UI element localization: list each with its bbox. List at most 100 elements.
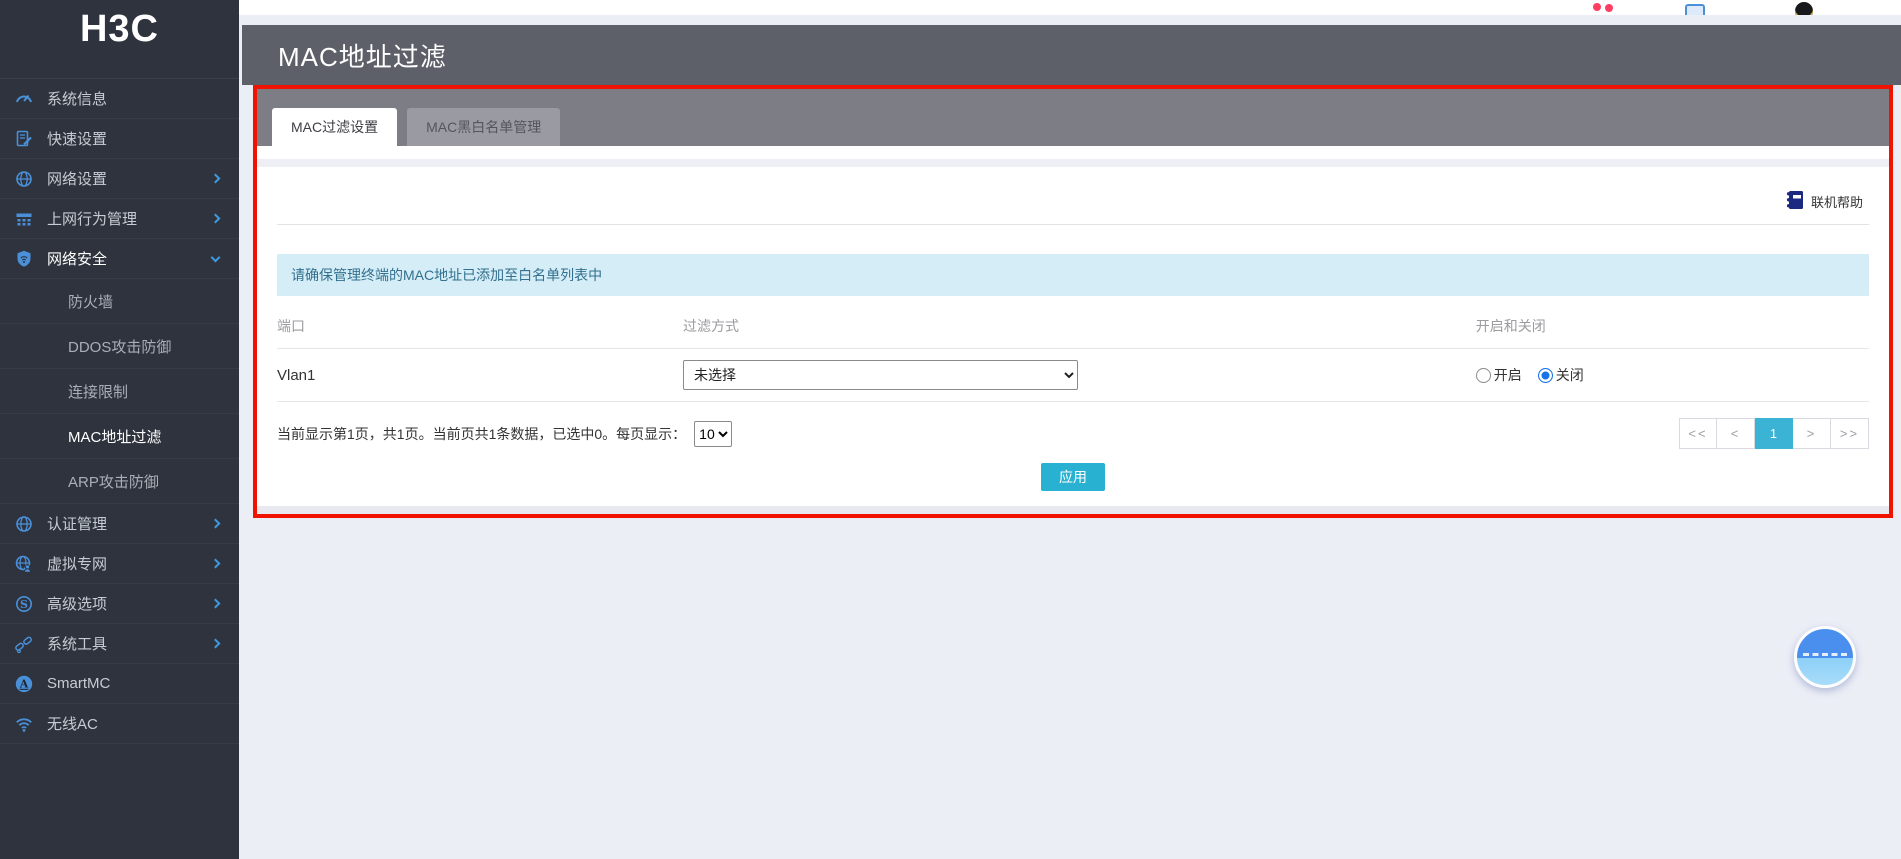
column-header-filter-mode: 过滤方式 [682, 318, 739, 334]
h3c-logo: H3C [0, 0, 239, 79]
pager-first-button[interactable]: << [1679, 418, 1717, 449]
a-circle-icon: A [14, 674, 36, 694]
svg-text:S: S [20, 598, 28, 611]
pagination-summary: 当前显示第1页，共1页。当前页共1条数据，已选中0。每页显示： [277, 425, 687, 442]
sidebar-item-label: 高级选项 [47, 596, 108, 613]
app-root: H3C 系统信息 快速设置 网络设置 上网行为管理 网络安全 防火墙 DDOS攻… [0, 0, 1901, 859]
sidebar-item-system-tools[interactable]: 系统工具 [0, 624, 239, 664]
sidebar-item-network-security[interactable]: 网络安全 [0, 239, 239, 279]
sidebar-item-behavior-management[interactable]: 上网行为管理 [0, 199, 239, 239]
sidebar-subitem-mac-filter[interactable]: MAC地址过滤 [0, 414, 239, 459]
pager-last-button[interactable]: >> [1831, 418, 1869, 449]
sidebar-item-label: SmartMC [47, 675, 111, 692]
sidebar-subitem-arp-defense[interactable]: ARP攻击防御 [0, 459, 239, 504]
tab-underband [257, 146, 1889, 159]
sidebar-submenu-network-security: 防火墙 DDOS攻击防御 连接限制 MAC地址过滤 ARP攻击防御 [0, 279, 239, 504]
sidebar-item-label: 上网行为管理 [47, 211, 138, 228]
panel-separator [257, 159, 1889, 167]
chevron-down-icon [210, 252, 221, 262]
filter-mode-select[interactable]: 未选择 [682, 360, 1078, 390]
filter-table: 端口 过滤方式 开启和关闭 Vlan1 未选择 开启 关闭 [257, 296, 1889, 402]
port-cell: Vlan1 [277, 366, 316, 384]
topbar-icon-pink[interactable] [1593, 3, 1601, 11]
sidebar-item-label: 网络设置 [47, 171, 108, 188]
globe-icon [14, 169, 36, 189]
column-header-port: 端口 [277, 318, 305, 334]
column-header-on-off: 开启和关闭 [1475, 318, 1546, 334]
help-row: 联机帮助 [257, 167, 1889, 224]
pager: << < 1 > >> [1679, 418, 1869, 449]
pager-prev-button[interactable]: < [1717, 418, 1755, 449]
page-header: MAC地址过滤 [242, 25, 1901, 85]
book-icon [1784, 189, 1806, 214]
filter-mode-cell: 未选择 [682, 360, 1476, 390]
sidebar-item-vpn[interactable]: 虚拟专网 [0, 544, 239, 584]
sidebar-nav: 系统信息 快速设置 网络设置 上网行为管理 网络安全 防火墙 DDOS攻击防御 … [0, 79, 239, 744]
sidebar-subitem-label: ARP攻击防御 [68, 473, 159, 491]
sidebar-item-label: 系统工具 [47, 636, 108, 653]
sidebar-item-label: 快速设置 [47, 131, 108, 148]
on-off-cell: 开启 关闭 [1475, 365, 1869, 385]
content-panel: 联机帮助 请确保管理终端的MAC地址已添加至白名单列表中 端口 过滤方式 开启和… [257, 167, 1889, 506]
tab-mac-filter-settings[interactable]: MAC过滤设置 [272, 108, 398, 146]
radio-disable-circle-icon[interactable] [1537, 367, 1553, 383]
sidebar-item-wireless-ac[interactable]: 无线AC [0, 704, 239, 744]
pager-page-1-button[interactable]: 1 [1755, 418, 1793, 449]
svg-text:A: A [19, 677, 29, 690]
sidebar-item-network-settings[interactable]: 网络设置 [0, 159, 239, 199]
topbar-icon-panel[interactable] [1685, 4, 1705, 15]
radio-disable-label: 关闭 [1555, 367, 1584, 383]
sidebar-item-label: 虚拟专网 [47, 556, 108, 573]
behavior-bridge-icon [14, 209, 36, 229]
sidebar-item-label: 认证管理 [47, 516, 108, 533]
sidebar: H3C 系统信息 快速设置 网络设置 上网行为管理 网络安全 防火墙 DDOS攻… [0, 0, 239, 859]
radio-enable-circle-icon[interactable] [1475, 367, 1491, 383]
sidebar-subitem-firewall[interactable]: 防火墙 [0, 279, 239, 324]
sidebar-item-auth-management[interactable]: 认证管理 [0, 504, 239, 544]
shield-icon [14, 249, 36, 269]
radio-disable[interactable]: 关闭 [1537, 365, 1584, 385]
sidebar-subitem-label: 防火墙 [68, 293, 114, 311]
main-area: MAC地址过滤 MAC过滤设置 MAC黑白名单管理 联机帮助 请确保管理终端的M… [239, 0, 1901, 859]
apply-row: 应用 [257, 463, 1889, 491]
radio-enable-label: 开启 [1493, 367, 1522, 383]
panel-bottom-band [257, 506, 1889, 514]
chevron-right-icon [210, 213, 221, 224]
pager-next-button[interactable]: > [1793, 418, 1831, 449]
highlighted-content-frame: MAC过滤设置 MAC黑白名单管理 联机帮助 请确保管理终端的MAC地址已添加至 [253, 85, 1893, 518]
chevron-right-icon [210, 518, 221, 529]
sidebar-item-smartmc[interactable]: A SmartMC [0, 664, 239, 704]
sidebar-subitem-connection-limit[interactable]: 连接限制 [0, 369, 239, 414]
radio-enable[interactable]: 开启 [1475, 365, 1522, 385]
chevron-right-icon [210, 598, 221, 609]
table-row: Vlan1 未选择 开启 关闭 [277, 349, 1869, 402]
s-circle-icon: S [14, 594, 36, 614]
page-size-select[interactable]: 10 [694, 420, 733, 447]
sidebar-subitem-ddos-defense[interactable]: DDOS攻击防御 [0, 324, 239, 369]
sidebar-subitem-label: 连接限制 [68, 383, 129, 401]
sidebar-item-label: 网络安全 [47, 251, 108, 268]
chain-tools-icon [14, 634, 36, 654]
online-help-label: 联机帮助 [1810, 195, 1863, 210]
tab-mac-blackwhite-list[interactable]: MAC黑白名单管理 [407, 108, 561, 146]
chevron-right-icon [210, 638, 221, 649]
sidebar-item-label: 无线AC [47, 716, 98, 733]
chevron-right-icon [210, 173, 221, 184]
quick-setup-icon [14, 129, 36, 149]
apply-button[interactable]: 应用 [1041, 463, 1105, 491]
wifi-icon [14, 714, 36, 734]
gauge-icon [14, 89, 36, 109]
topbar-icon-dark[interactable] [1795, 2, 1813, 15]
online-help-link[interactable]: 联机帮助 [1784, 189, 1863, 214]
pagination-summary-group: 当前显示第1页，共1页。当前页共1条数据，已选中0。每页显示： 10 [277, 420, 733, 447]
floating-widget-button[interactable] [1794, 626, 1856, 688]
sidebar-item-advanced-options[interactable]: S 高级选项 [0, 584, 239, 624]
notice-text: 请确保管理终端的MAC地址已添加至白名单列表中 [291, 267, 603, 283]
topbar [239, 0, 1901, 15]
pagination-row: 当前显示第1页，共1页。当前页共1条数据，已选中0。每页显示： 10 << < … [277, 418, 1869, 449]
notice-banner: 请确保管理终端的MAC地址已添加至白名单列表中 [277, 254, 1869, 296]
sidebar-item-system-info[interactable]: 系统信息 [0, 79, 239, 119]
sidebar-item-label: 系统信息 [47, 91, 108, 108]
sidebar-item-quick-setup[interactable]: 快速设置 [0, 119, 239, 159]
chevron-right-icon [210, 558, 221, 569]
